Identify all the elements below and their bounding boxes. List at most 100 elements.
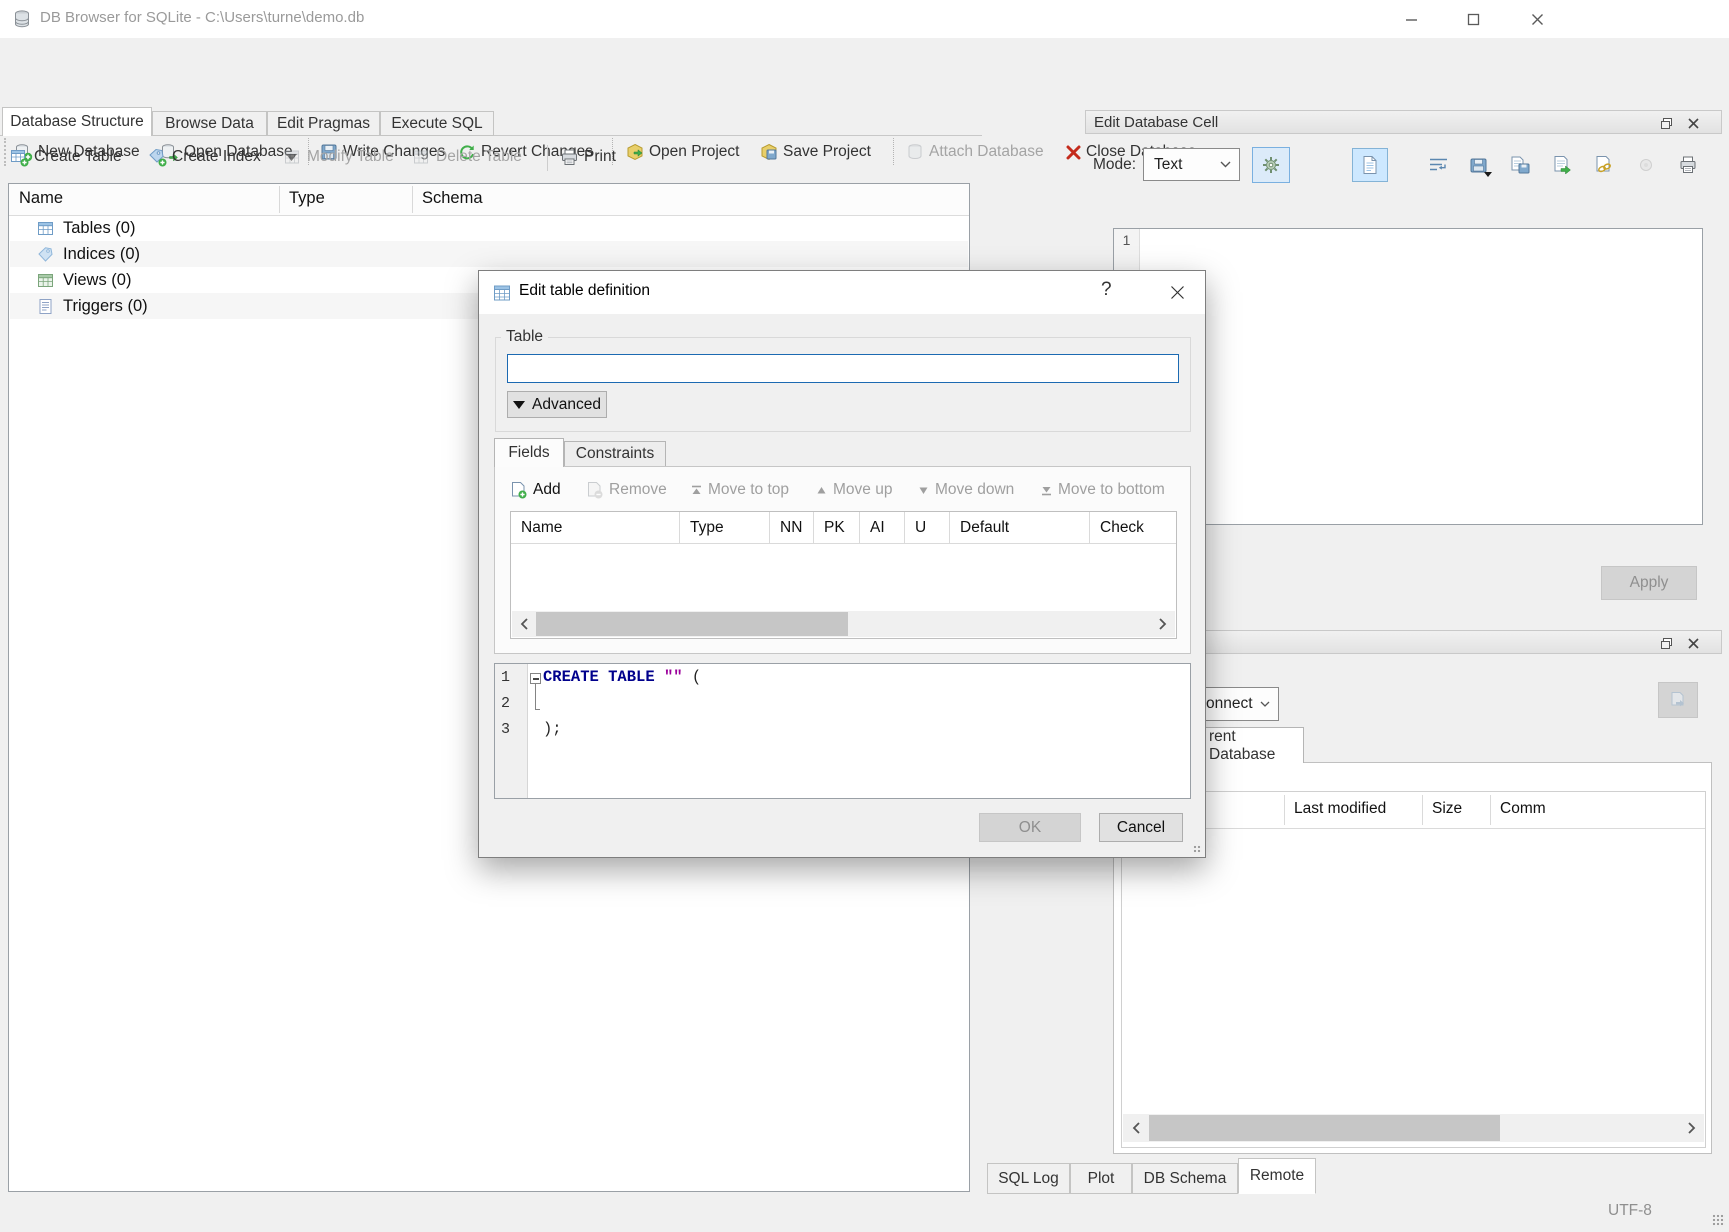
dialog-help-button[interactable]: ?: [1101, 279, 1112, 301]
tab-execute-sql[interactable]: Execute SQL: [380, 111, 494, 136]
save-project-button[interactable]: Save Project: [760, 137, 871, 167]
export-data-button[interactable]: [1502, 148, 1538, 182]
encoding-status[interactable]: UTF-8: [1608, 1202, 1652, 1220]
dialog-resize-grip[interactable]: [1193, 845, 1202, 854]
modify-table-button[interactable]: Modify Table: [283, 142, 394, 172]
open-in-external-button[interactable]: [1586, 148, 1622, 182]
sql-string: "": [664, 668, 683, 686]
create-index-button[interactable]: Create Index: [148, 142, 261, 172]
tab-remote[interactable]: Remote: [1238, 1158, 1316, 1194]
tab-sql-log[interactable]: SQL Log: [987, 1163, 1070, 1194]
column-divider[interactable]: [1284, 795, 1285, 825]
column-divider[interactable]: [1490, 795, 1491, 825]
float-panel-button[interactable]: [1656, 634, 1676, 652]
scroll-left-arrow[interactable]: [1123, 1114, 1148, 1142]
remote-column-size[interactable]: Size: [1432, 800, 1462, 818]
apply-data-button[interactable]: [1544, 148, 1580, 182]
grid-column-name[interactable]: Name: [511, 512, 680, 543]
toolbar-grip[interactable]: [4, 138, 9, 166]
scroll-right-arrow[interactable]: [1679, 1114, 1704, 1142]
move-to-top-button[interactable]: Move to top: [691, 477, 789, 503]
grid-column-nn[interactable]: NN: [770, 512, 814, 543]
advanced-button[interactable]: Advanced: [507, 391, 607, 418]
column-divider[interactable]: [412, 186, 413, 213]
delete-table-button[interactable]: Delete Table: [412, 142, 522, 172]
scrollbar-thumb[interactable]: [536, 612, 848, 636]
grid-column-u[interactable]: U: [905, 512, 950, 543]
tab-browse-data[interactable]: Browse Data: [152, 111, 267, 136]
close-panel-button[interactable]: [1683, 634, 1703, 652]
grid-column-default[interactable]: Default: [950, 512, 1090, 543]
text-mode-button[interactable]: [1352, 148, 1388, 182]
main-toolbar: New Database Open Database Write Changes…: [0, 66, 1729, 106]
table-name-input[interactable]: [508, 355, 1178, 382]
tab-constraints[interactable]: Constraints: [564, 441, 666, 467]
apply-cell-button[interactable]: Apply: [1601, 566, 1697, 600]
import-data-button[interactable]: [1460, 148, 1496, 182]
open-project-button[interactable]: Open Project: [626, 137, 739, 167]
dialog-close-button[interactable]: [1155, 275, 1199, 309]
add-field-button[interactable]: Add: [510, 477, 561, 503]
tab-fields[interactable]: Fields: [494, 438, 564, 467]
close-button[interactable]: [1514, 4, 1560, 34]
grid-column-pk[interactable]: PK: [814, 512, 860, 543]
column-divider[interactable]: [279, 186, 280, 213]
sql-line-1[interactable]: CREATE TABLE "" (: [543, 668, 701, 686]
remote-column-commit[interactable]: Comm: [1500, 800, 1546, 818]
attach-database-label: Attach Database: [929, 143, 1044, 161]
null-indicator-button[interactable]: [1628, 148, 1664, 182]
close-panel-button[interactable]: [1683, 114, 1703, 132]
auto-detect-format-button[interactable]: [1252, 147, 1290, 183]
tree-column-type[interactable]: Type: [289, 189, 325, 208]
mode-label: Mode:: [1093, 156, 1136, 174]
tab-edit-pragmas[interactable]: Edit Pragmas: [267, 111, 380, 136]
edit-table-definition-dialog: Edit table definition ? Table Advanced F…: [478, 270, 1206, 858]
remove-field-button[interactable]: Remove: [586, 477, 667, 503]
tree-row-tables[interactable]: Tables (0): [10, 215, 968, 241]
tab-label: Constraints: [576, 445, 654, 463]
minimize-button[interactable]: [1388, 4, 1434, 34]
move-to-bottom-button[interactable]: Move to bottom: [1041, 477, 1165, 503]
mode-select[interactable]: Text: [1143, 148, 1240, 181]
remote-connect-select[interactable]: onnect: [1195, 687, 1279, 721]
attach-database-button[interactable]: Attach Database: [906, 137, 1044, 167]
close-icon: [1170, 285, 1185, 300]
code-fold-icon[interactable]: [530, 673, 541, 684]
word-wrap-button[interactable]: [1420, 148, 1456, 182]
float-icon: [1660, 637, 1673, 650]
cancel-button[interactable]: Cancel: [1099, 813, 1183, 842]
move-down-button[interactable]: Move down: [918, 477, 1014, 503]
table-name-field-wrap: [507, 354, 1179, 383]
table-icon: [493, 284, 511, 302]
scroll-right-arrow[interactable]: [1151, 611, 1175, 637]
tree-column-schema[interactable]: Schema: [422, 189, 483, 208]
tab-plot[interactable]: Plot: [1070, 1163, 1132, 1194]
grid-column-check[interactable]: Check: [1090, 512, 1176, 543]
sql-line-3[interactable]: );: [543, 720, 562, 738]
views-icon: [37, 272, 54, 289]
maximize-button[interactable]: [1450, 4, 1496, 34]
chevron-down-icon: [1260, 701, 1270, 708]
scroll-left-arrow[interactable]: [512, 611, 536, 637]
tab-database-structure[interactable]: Database Structure: [2, 107, 152, 136]
print-cell-button[interactable]: [1670, 148, 1706, 182]
fields-grid-hscrollbar[interactable]: [512, 611, 1175, 637]
remote-column-last-modified[interactable]: Last modified: [1294, 800, 1386, 818]
float-panel-button[interactable]: [1656, 114, 1676, 132]
print-button[interactable]: Print: [560, 142, 616, 172]
ok-button[interactable]: OK: [979, 813, 1081, 842]
window-resize-grip[interactable]: [1712, 1214, 1725, 1227]
scrollbar-thumb[interactable]: [1149, 1115, 1500, 1141]
tree-column-name[interactable]: Name: [19, 189, 63, 208]
column-divider[interactable]: [1422, 795, 1423, 825]
remote-hscrollbar[interactable]: [1123, 1114, 1704, 1142]
tab-db-schema[interactable]: DB Schema: [1132, 1163, 1238, 1194]
create-table-button[interactable]: Create Table: [10, 142, 122, 172]
grid-column-ai[interactable]: AI: [860, 512, 905, 543]
move-up-button[interactable]: Move up: [816, 477, 892, 503]
grid-column-type[interactable]: Type: [680, 512, 770, 543]
tree-row-indices[interactable]: Indices (0): [10, 241, 968, 267]
remote-upload-button[interactable]: [1658, 682, 1698, 718]
tab-current-database[interactable]: rent Database: [1192, 727, 1304, 763]
modify-table-label: Modify Table: [307, 148, 394, 166]
